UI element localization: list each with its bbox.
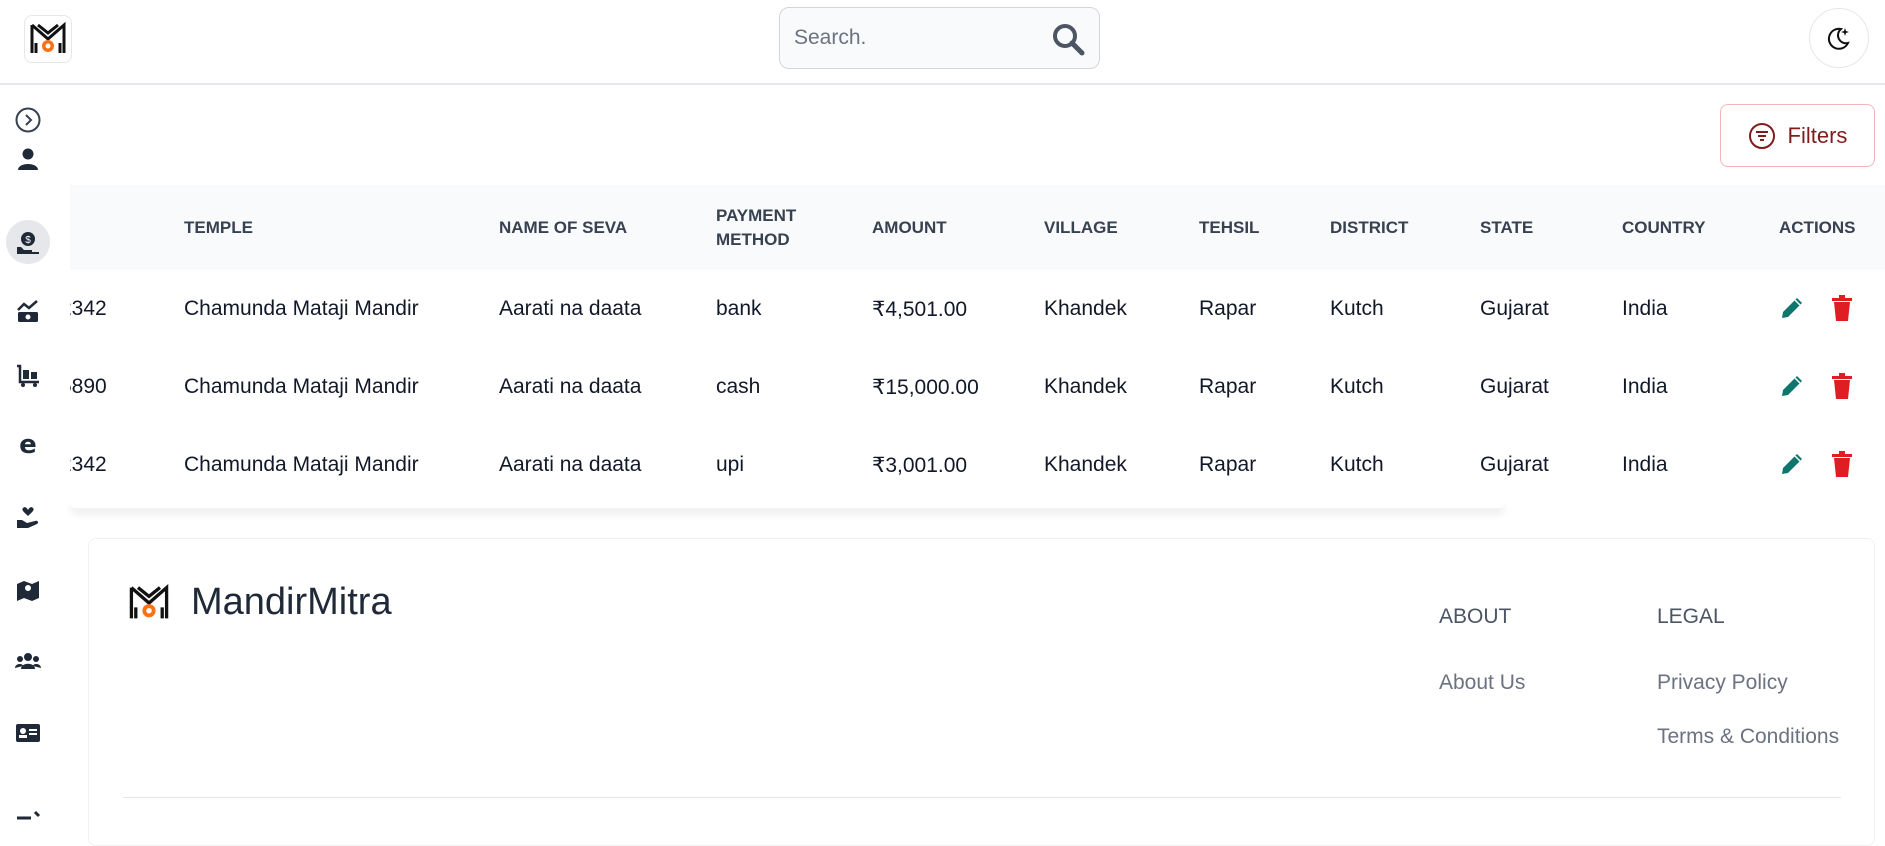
col-state[interactable]: STATE: [1480, 185, 1533, 270]
edit-icon: [17, 810, 41, 820]
cell-country: India: [1622, 453, 1668, 476]
sidebar-item-e-services[interactable]: e: [6, 423, 50, 467]
moon-star-icon: [1827, 27, 1850, 50]
cell-district: Kutch: [1330, 375, 1384, 398]
donation-icon: $: [17, 232, 39, 254]
finance-icon: [17, 300, 38, 322]
map-icon: [17, 581, 39, 601]
footer-about-heading: ABOUT: [1439, 605, 1512, 628]
logo-mark: [30, 21, 66, 53]
svg-text:e: e: [19, 432, 37, 458]
footer-legal-heading: LEGAL: [1657, 605, 1725, 628]
mandirmitra-logo[interactable]: [127, 581, 171, 625]
pencil-icon[interactable]: [1778, 294, 1806, 322]
sidebar-item-finance[interactable]: [6, 289, 50, 333]
cell-tehsil: Rapar: [1199, 453, 1257, 476]
sidebar-expand-button[interactable]: [6, 98, 50, 142]
cell-seva: Aarati na daata: [499, 453, 642, 476]
cell-method: bank: [716, 297, 762, 320]
filters-button[interactable]: Filters: [1720, 104, 1875, 167]
cell-seva: Aarati na daata: [499, 297, 642, 320]
cell-village: Khandek: [1044, 297, 1127, 320]
search-input[interactable]: [794, 18, 1034, 58]
id-card-icon: [16, 724, 40, 742]
search-icon[interactable]: [1051, 22, 1085, 56]
mandirmitra-logo[interactable]: [24, 15, 72, 63]
cell-receipt: 5890: [70, 375, 107, 398]
footer-link-terms-conditions[interactable]: Terms & Conditions: [1657, 725, 1839, 749]
cell-country: India: [1622, 375, 1668, 398]
table-row: 5890 Chamunda Mataji Mandir Aarati na da…: [70, 348, 1885, 426]
sidebar-item-id-cards[interactable]: [6, 711, 50, 755]
footer-brand: MandirMitra: [191, 581, 392, 623]
col-actions: ACTIONS: [1779, 217, 1856, 237]
top-bar: [0, 0, 1885, 85]
sidebar: $ e: [0, 87, 58, 846]
cell-temple: Chamunda Mataji Mandir: [184, 375, 419, 398]
cell-amount: ₹3,001.00: [872, 453, 968, 477]
cell-method: cash: [716, 375, 761, 398]
charity-icon: [17, 507, 39, 528]
cell-state: Gujarat: [1480, 297, 1549, 320]
footer-link-about-us[interactable]: About Us: [1439, 671, 1525, 695]
donations-table: T TEMPLE NAME OF SEVA PAYMENT METHOD AMO…: [70, 185, 1885, 505]
cell-temple: Chamunda Mataji Mandir: [184, 453, 419, 476]
svg-text:$: $: [25, 235, 31, 246]
cell-village: Khandek: [1044, 453, 1127, 476]
col-seva[interactable]: NAME OF SEVA: [499, 185, 627, 270]
cart-icon: [17, 364, 39, 387]
table-row: 2342 Chamunda Mataji Mandir Aarati na da…: [70, 426, 1885, 504]
table-row: 2342 Chamunda Mataji Mandir Aarati na da…: [70, 270, 1885, 348]
sidebar-item-map[interactable]: [6, 567, 50, 611]
sidebar-item-inventory[interactable]: [6, 353, 50, 397]
cell-state: Gujarat: [1480, 375, 1549, 398]
col-village[interactable]: VILLAGE: [1044, 185, 1118, 270]
cell-temple: Chamunda Mataji Mandir: [184, 297, 419, 320]
sidebar-item-profile[interactable]: [6, 137, 50, 181]
e-icon: e: [19, 432, 37, 458]
footer: MandirMitra ABOUT About Us LEGAL Privacy…: [88, 538, 1875, 846]
footer-divider: [123, 797, 1841, 798]
trash-icon[interactable]: [1828, 450, 1856, 478]
theme-toggle-button[interactable]: [1809, 8, 1869, 68]
cell-village: Khandek: [1044, 375, 1127, 398]
cell-country: India: [1622, 297, 1668, 320]
cell-amount: ₹4,501.00: [872, 297, 968, 321]
cell-tehsil: Rapar: [1199, 297, 1257, 320]
cell-receipt: 2342: [70, 297, 107, 320]
cell-tehsil: Rapar: [1199, 375, 1257, 398]
filters-label: Filters: [1787, 122, 1848, 148]
col-payment-method[interactable]: PAYMENT METHOD: [716, 185, 816, 270]
cell-receipt: 2342: [70, 453, 107, 476]
col-tehsil[interactable]: TEHSIL: [1199, 185, 1259, 270]
search-box: [779, 7, 1100, 69]
filter-icon: [1748, 122, 1775, 149]
col-district[interactable]: DISTRICT: [1330, 185, 1408, 270]
sidebar-item-donations[interactable]: $: [6, 220, 50, 264]
pencil-icon[interactable]: [1778, 450, 1806, 478]
sidebar-item-charity[interactable]: [6, 495, 50, 539]
users-icon: [15, 653, 41, 669]
pencil-icon[interactable]: [1778, 372, 1806, 400]
cell-district: Kutch: [1330, 453, 1384, 476]
cell-district: Kutch: [1330, 297, 1384, 320]
col-temple[interactable]: TEMPLE: [184, 185, 253, 270]
trash-icon[interactable]: [1828, 294, 1856, 322]
table-header: T TEMPLE NAME OF SEVA PAYMENT METHOD AMO…: [70, 185, 1885, 270]
user-icon: [18, 148, 38, 170]
sidebar-item-edit[interactable]: [6, 807, 50, 827]
cell-method: upi: [716, 453, 745, 476]
cell-state: Gujarat: [1480, 453, 1549, 476]
trash-icon[interactable]: [1828, 372, 1856, 400]
cell-amount: ₹15,000.00: [872, 375, 979, 399]
footer-link-privacy-policy[interactable]: Privacy Policy: [1657, 671, 1788, 695]
col-amount[interactable]: AMOUNT: [872, 185, 947, 270]
col-country[interactable]: COUNTRY: [1622, 185, 1705, 270]
expand-chevron-icon: [15, 107, 41, 133]
cell-seva: Aarati na daata: [499, 375, 642, 398]
sidebar-item-members[interactable]: [6, 639, 50, 683]
